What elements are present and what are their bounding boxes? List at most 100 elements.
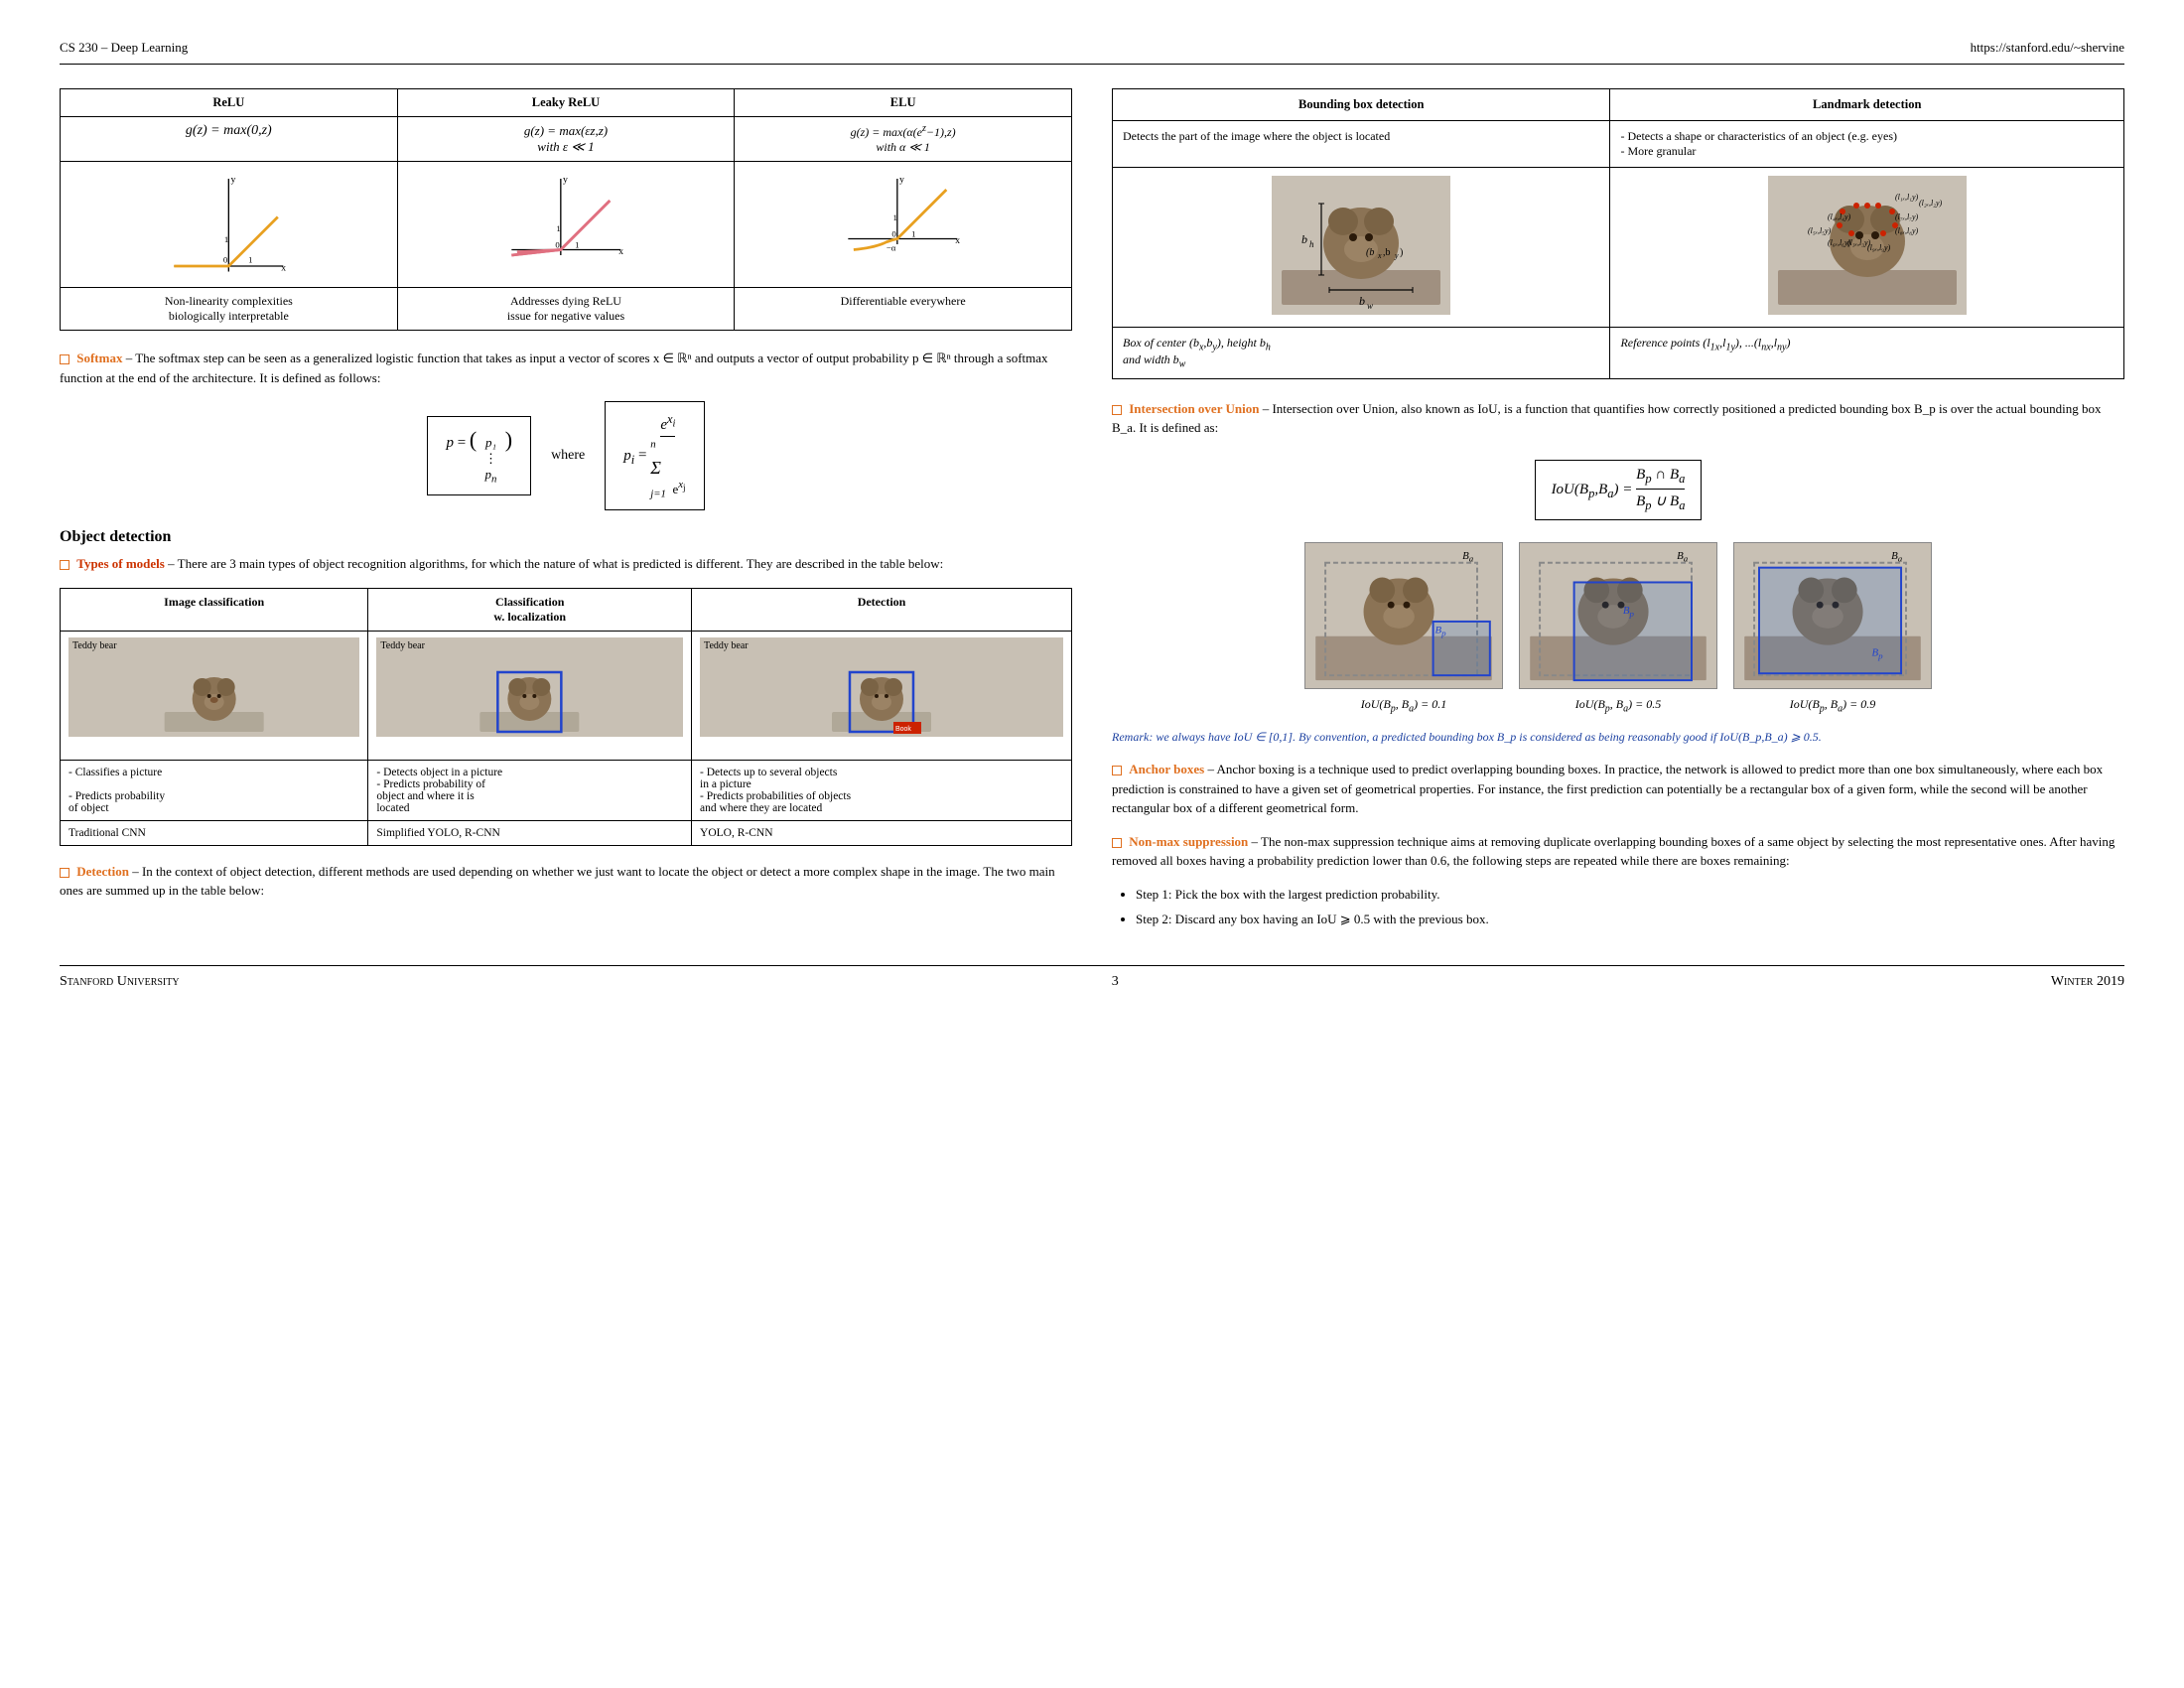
types-model-3: YOLO, R-CNN: [692, 820, 1072, 845]
bb-formula2: Reference points (l1x,l1y), ...(lnx,lny): [1610, 328, 2124, 379]
types-model-1: Traditional CNN: [61, 820, 368, 845]
leaky-formula: g(z) = max(εz,z)with ε ≪ 1: [397, 117, 735, 162]
svg-text:1: 1: [575, 239, 579, 249]
svg-text:Ba: Ba: [1891, 550, 1903, 564]
bear-img-2: Teddy bear: [368, 631, 692, 760]
svg-text:(l₇ₓ,l₇y): (l₇ₓ,l₇y): [1895, 212, 1918, 221]
types-icon: [60, 560, 69, 570]
iou-section: Intersection over Union – Intersection o…: [1112, 399, 2124, 438]
softmax-p-vector: p = ( p₁ ⋮ pn ): [427, 416, 531, 496]
svg-text:(l₂ₓ,l₂y): (l₂ₓ,l₂y): [1919, 199, 1942, 208]
landmark-bear-image: (l₁ₓ,l₁y) (l₂ₓ,l₂y) (l₇ₓ,l₇y) (l₈ₓ,l₈y) …: [1610, 168, 2124, 328]
col-image-class: Image classification: [61, 588, 368, 631]
svg-text:(l₉ₓ,l₉y): (l₉ₓ,l₉y): [1867, 243, 1890, 252]
svg-text:x: x: [1377, 251, 1382, 260]
bb-col2: Landmark detection: [1610, 89, 2124, 121]
svg-text:0: 0: [223, 255, 228, 265]
anchor-boxes-section: Anchor boxes – Anchor boxing is a techni…: [1112, 760, 2124, 818]
non-max-label: Non-max suppression: [1129, 834, 1248, 849]
svg-text:−α: −α: [887, 243, 896, 253]
anchor-text: – Anchor boxing is a technique used to p…: [1112, 762, 2103, 815]
elu-desc: Differentiable everywhere: [735, 288, 1072, 331]
iou-label-09: IoU(Bp, Ba) = 0.9: [1733, 697, 1932, 714]
bb-desc2: - Detects a shape or characteristics of …: [1610, 121, 2124, 168]
left-column: ReLU Leaky ReLU ELU g(z) = max(0,z) g(z)…: [60, 88, 1072, 935]
iou-img-05: Ba Bp IoU(Bp, Ba) = 0.5: [1519, 542, 1717, 714]
svg-text:y: y: [1394, 251, 1399, 260]
types-section: Types of models – There are 3 main types…: [60, 554, 1072, 574]
svg-text:x: x: [281, 262, 286, 273]
softmax-label: Softmax: [76, 351, 122, 365]
footer-left: Stanford University: [60, 974, 180, 990]
right-column: Bounding box detection Landmark detectio…: [1112, 88, 2124, 935]
iou-label-05: IoU(Bp, Ba) = 0.5: [1519, 697, 1717, 714]
page-footer: Stanford University 3 Winter 2019: [60, 965, 2124, 990]
svg-text:Ba: Ba: [1677, 550, 1689, 564]
softmax-text: – The softmax step can be seen as a gene…: [60, 351, 1048, 385]
svg-text:(l₁ₓ,l₁y): (l₁ₓ,l₁y): [1895, 193, 1918, 202]
svg-text:0: 0: [892, 228, 897, 238]
detection-section: Detection – In the context of object det…: [60, 862, 1072, 901]
bb-col1: Bounding box detection: [1113, 89, 1610, 121]
softmax-formula: p = ( p₁ ⋮ pn ) where pi = exi: [60, 401, 1072, 510]
leaky-graph: x y 0 1 1: [397, 162, 735, 288]
detection-icon: [60, 868, 69, 878]
svg-text:b: b: [1301, 232, 1307, 246]
svg-text:(l₈ₓ,l₈y): (l₈ₓ,l₈y): [1895, 226, 1918, 235]
page-header: CS 230 – Deep Learning https://stanford.…: [60, 40, 2124, 65]
iou-formula-block: IoU(Bp,Ba) = Bp ∩ Ba Bp ∪ Ba: [1112, 452, 2124, 528]
iou-img-01: Ba Bp IoU(Bp, Ba) = 0.1: [1304, 542, 1503, 714]
softmax-pi-formula: pi = exi n Σ j=1 exj: [605, 401, 704, 510]
types-label: Types of models: [76, 556, 165, 571]
svg-text:0: 0: [555, 239, 560, 249]
bb-table: Bounding box detection Landmark detectio…: [1112, 88, 2124, 379]
activation-table: ReLU Leaky ReLU ELU g(z) = max(0,z) g(z)…: [60, 88, 1072, 331]
bb-formula1: Box of center (bx,by), height bhand widt…: [1113, 328, 1610, 379]
non-max-text: – The non-max suppression technique aims…: [1112, 834, 2115, 869]
non-max-section: Non-max suppression – The non-max suppre…: [1112, 832, 2124, 871]
svg-text:Ba: Ba: [1462, 550, 1474, 564]
col-elu: ELU: [735, 89, 1072, 117]
iou-images: Ba Bp IoU(Bp, Ba) = 0.1: [1112, 542, 2124, 714]
svg-text:): ): [1400, 247, 1403, 258]
svg-text:y: y: [899, 174, 904, 185]
relu-graph: x y 0 1 1: [61, 162, 398, 288]
svg-text:h: h: [1309, 239, 1314, 249]
svg-text:(l₆ₓ,l₆y): (l₆ₓ,l₆y): [1828, 238, 1850, 247]
types-table: Image classification Classificationw. lo…: [60, 588, 1072, 846]
bb-desc1: Detects the part of the image where the …: [1113, 121, 1610, 168]
footer-right: Winter 2019: [2051, 974, 2124, 990]
iou-label-01: IoU(Bp, Ba) = 0.1: [1304, 697, 1503, 714]
object-detection-title: Object detection: [60, 528, 1072, 546]
softmax-section: Softmax – The softmax step can be seen a…: [60, 349, 1072, 387]
detection-label: Detection: [76, 864, 129, 879]
iou-icon: [1112, 405, 1122, 415]
relu-desc: Non-linearity complexitiesbiologically i…: [61, 288, 398, 331]
svg-text:b: b: [1359, 294, 1365, 308]
svg-text:y: y: [231, 174, 236, 185]
elu-graph: x y 0 1 1 −α: [735, 162, 1072, 288]
svg-text:x: x: [955, 235, 960, 246]
softmax-icon: [60, 354, 69, 364]
types-model-2: Simplified YOLO, R-CNN: [368, 820, 692, 845]
svg-text:y: y: [563, 174, 568, 185]
col-leaky: Leaky ReLU: [397, 89, 735, 117]
header-left: CS 230 – Deep Learning: [60, 40, 188, 56]
col-relu: ReLU: [61, 89, 398, 117]
anchor-label: Anchor boxes: [1129, 762, 1204, 776]
bear-img-3: Teddy bear: [692, 631, 1072, 760]
relu-formula: g(z) = max(0,z): [61, 117, 398, 162]
iou-label: Intersection over Union: [1129, 401, 1259, 416]
iou-text: – Intersection over Union, also known as…: [1112, 401, 2102, 436]
bb-bear-image: b h b w (b x ,b: [1113, 168, 1610, 328]
bear-img-1: Teddy bear: [61, 631, 368, 760]
detection-text: – In the context of object detection, di…: [60, 864, 1055, 899]
iou-img-09: Ba Bp IoU(Bp, Ba) = 0.9: [1733, 542, 1932, 714]
svg-text:,b: ,b: [1383, 247, 1391, 258]
col-detection: Detection: [692, 588, 1072, 631]
svg-text:1: 1: [893, 212, 897, 222]
non-max-step2: Step 2: Discard any box having an IoU ⩾ …: [1136, 910, 2124, 929]
svg-text:x: x: [618, 246, 623, 257]
where-text: where: [551, 448, 585, 464]
iou-remark-text: Remark: we always have IoU ∈ [0,1]. By c…: [1112, 730, 1822, 744]
